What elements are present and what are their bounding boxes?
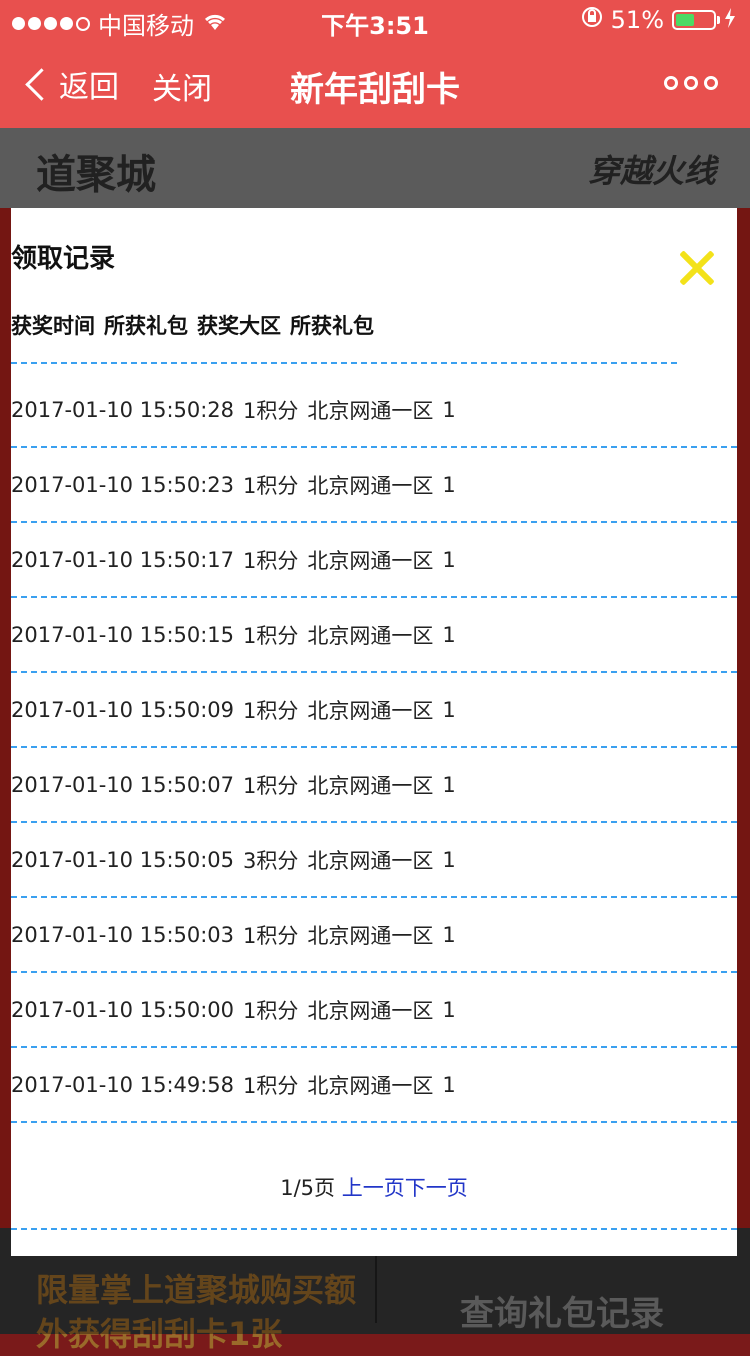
battery-percent: 51%: [610, 6, 664, 34]
table-row: 2017-01-10 15:50:03 1积分 北京网通一区 1: [11, 898, 737, 973]
record-count: 1: [442, 997, 456, 1022]
record-reward: 1积分: [243, 548, 299, 573]
column-header: 所获礼包: [104, 314, 188, 338]
column-header: 获奖大区: [197, 314, 281, 338]
table-row: 2017-01-10 15:50:15 1积分 北京网通一区 1: [11, 598, 737, 673]
column-header: 获奖时间: [11, 314, 95, 338]
nav-bar: 返回 关闭 新年刮刮卡: [0, 40, 750, 128]
record-count: 1: [442, 772, 456, 797]
record-time: 2017-01-10 15:50:17: [11, 547, 235, 572]
record-time: 2017-01-10 15:50:03: [11, 922, 235, 947]
record-reward: 1积分: [243, 998, 299, 1023]
status-right: 51%: [581, 6, 736, 34]
record-count: 1: [442, 922, 456, 947]
battery-level: [676, 14, 694, 26]
record-region: 北京网通一区: [307, 548, 434, 573]
record-region: 北京网通一区: [307, 773, 434, 798]
column-header: 所获礼包: [290, 314, 374, 338]
more-dot-icon: [664, 76, 678, 90]
table-header: 获奖时间 所获礼包 获奖大区 所获礼包: [11, 310, 374, 340]
record-region: 北京网通一区: [307, 473, 434, 498]
records-modal: 领取记录 获奖时间 所获礼包 获奖大区 所获礼包 2017-01-10 15:5…: [11, 208, 737, 1256]
table-row: 2017-01-10 15:50:28 1积分 北京网通一区 1: [11, 373, 737, 448]
page-info: 1/5页: [280, 1176, 336, 1200]
page-title: 新年刮刮卡: [290, 70, 460, 110]
header-divider: [11, 362, 677, 364]
record-reward: 1积分: [243, 698, 299, 723]
pagination: 1/5页 上一页下一页: [11, 1172, 737, 1202]
record-count: 1: [442, 622, 456, 647]
record-reward: 1积分: [243, 398, 299, 423]
record-time: 2017-01-10 15:49:58: [11, 1072, 235, 1097]
more-options-button[interactable]: [664, 76, 718, 90]
status-bar: 中国移动 下午3:51 51%: [0, 0, 750, 40]
record-time: 2017-01-10 15:50:05: [11, 847, 235, 872]
table-row: 2017-01-10 15:49:58 1积分 北京网通一区 1: [11, 1048, 737, 1123]
footer-divider: [11, 1228, 737, 1230]
table-row: 2017-01-10 15:50:17 1积分 北京网通一区 1: [11, 523, 737, 598]
prev-page-link[interactable]: 上一页: [342, 1176, 405, 1200]
records-list: 2017-01-10 15:50:28 1积分 北京网通一区 1 2017-01…: [11, 373, 737, 1123]
record-time: 2017-01-10 15:50:28: [11, 397, 235, 422]
table-row: 2017-01-10 15:50:00 1积分 北京网通一区 1: [11, 973, 737, 1048]
record-time: 2017-01-10 15:50:23: [11, 472, 235, 497]
modal-title: 领取记录: [11, 244, 116, 274]
record-time: 2017-01-10 15:50:15: [11, 622, 235, 647]
record-reward: 1积分: [243, 773, 299, 798]
record-reward: 1积分: [243, 1073, 299, 1098]
rotation-lock-icon: [581, 6, 603, 34]
record-count: 1: [442, 1072, 456, 1097]
record-time: 2017-01-10 15:50:00: [11, 997, 235, 1022]
table-row: 2017-01-10 15:50:05 3积分 北京网通一区 1: [11, 823, 737, 898]
record-region: 北京网通一区: [307, 998, 434, 1023]
record-region: 北京网通一区: [307, 398, 434, 423]
record-count: 1: [442, 847, 456, 872]
record-reward: 1积分: [243, 923, 299, 948]
table-row: 2017-01-10 15:50:07 1积分 北京网通一区 1: [11, 748, 737, 823]
record-reward: 1积分: [243, 473, 299, 498]
battery-icon: [672, 10, 720, 30]
record-reward: 1积分: [243, 623, 299, 648]
record-region: 北京网通一区: [307, 923, 434, 948]
close-icon[interactable]: [677, 248, 717, 288]
record-region: 北京网通一区: [307, 623, 434, 648]
charging-icon: [724, 6, 736, 34]
table-row: 2017-01-10 15:50:23 1积分 北京网通一区 1: [11, 448, 737, 523]
record-region: 北京网通一区: [307, 1073, 434, 1098]
record-count: 1: [442, 547, 456, 572]
record-region: 北京网通一区: [307, 698, 434, 723]
table-row: 2017-01-10 15:50:09 1积分 北京网通一区 1: [11, 673, 737, 748]
more-dot-icon: [684, 76, 698, 90]
record-count: 1: [442, 472, 456, 497]
record-time: 2017-01-10 15:50:09: [11, 697, 235, 722]
record-time: 2017-01-10 15:50:07: [11, 772, 235, 797]
record-reward: 3积分: [243, 848, 299, 873]
record-count: 1: [442, 697, 456, 722]
more-dot-icon: [704, 76, 718, 90]
record-count: 1: [442, 397, 456, 422]
record-region: 北京网通一区: [307, 848, 434, 873]
next-page-link[interactable]: 下一页: [405, 1176, 468, 1200]
